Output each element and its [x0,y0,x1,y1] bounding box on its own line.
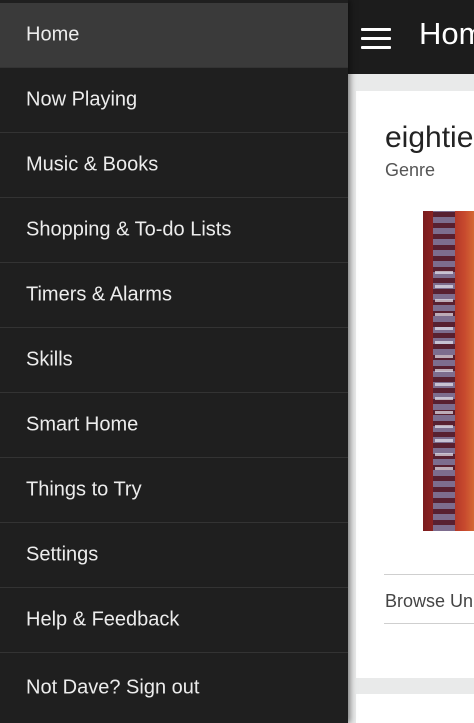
drawer-item-label: Settings [26,543,99,566]
card-divider-top [384,574,474,575]
drawer-item-label: Things to Try [26,478,142,501]
drawer-item-label: Help & Feedback [26,608,180,631]
drawer-item-help-feedback[interactable]: Help & Feedback [0,588,348,653]
navigation-drawer: Home Now Playing Music & Books Shopping … [0,0,348,723]
drawer-item-label: Now Playing [26,88,138,111]
card-subtitle: Genre [385,160,436,180]
drawer-item-home[interactable]: Home [0,3,348,68]
drawer-item-label: Not Dave? Sign out [26,676,200,699]
drawer-item-label: Music & Books [26,153,159,176]
drawer-item-settings[interactable]: Settings [0,523,348,588]
drawer-item-label: Home [26,23,80,46]
drawer-item-label: Timers & Alarms [26,283,172,306]
drawer-item-skills[interactable]: Skills [0,328,348,393]
drawer-item-music-books[interactable]: Music & Books [0,133,348,198]
app-screen: Home eightie Genre Browse Un Home Now Pl… [0,0,474,723]
drawer-item-sign-out[interactable]: Not Dave? Sign out [0,653,348,723]
album-art-image[interactable] [423,211,474,531]
browse-link[interactable]: Browse Un [385,591,473,612]
drawer-item-smart-home[interactable]: Smart Home [0,393,348,458]
next-card[interactable] [356,694,474,723]
drawer-item-timers-alarms[interactable]: Timers & Alarms [0,263,348,328]
drawer-item-things-to-try[interactable]: Things to Try [0,458,348,523]
drawer-item-label: Skills [26,348,73,371]
drawer-item-label: Smart Home [26,413,139,436]
card-title: eightie [385,121,474,154]
drawer-item-label: Shopping & To-do Lists [26,218,232,241]
card-divider-bottom [384,623,474,624]
genre-card[interactable]: eightie Genre Browse Un [356,91,474,678]
page-title: Home [419,16,474,51]
hamburger-menu-icon[interactable] [361,28,391,50]
drawer-item-now-playing[interactable]: Now Playing [0,68,348,133]
drawer-item-shopping-lists[interactable]: Shopping & To-do Lists [0,198,348,263]
